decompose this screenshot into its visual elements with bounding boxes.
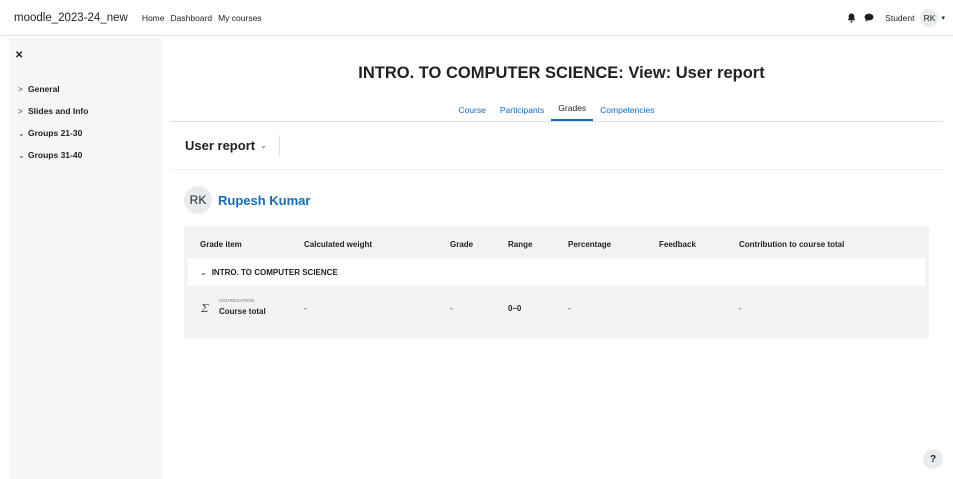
course-section-slides-and-info[interactable]: > Slides and Info bbox=[9, 100, 162, 122]
chevron-down-icon: ⌄ bbox=[18, 128, 25, 138]
percentage-value: - bbox=[568, 304, 571, 313]
grade-value: - bbox=[450, 304, 453, 313]
column-header-calculated-weight: Calculated weight bbox=[304, 240, 373, 249]
sigma-aggregation-icon: Σ bbox=[201, 302, 209, 315]
nav-my-courses-link[interactable]: My courses bbox=[218, 13, 261, 23]
chevron-down-icon: ⌄ bbox=[260, 141, 267, 150]
main-content: INTRO. TO COMPUTER SCIENCE: View: User r… bbox=[170, 36, 953, 479]
site-name-link[interactable]: moodle_2023-24_new bbox=[14, 12, 128, 24]
range-value: 0–0 bbox=[508, 304, 522, 313]
page-title: INTRO. TO COMPUTER SCIENCE: View: User r… bbox=[358, 64, 765, 82]
table-header-row: Grade item Calculated weight Grade Range… bbox=[184, 226, 929, 260]
user-menu-chevron-down-icon[interactable]: ▾ bbox=[941, 14, 945, 22]
tab-grades[interactable]: Grades bbox=[551, 101, 594, 121]
course-total-row: Σ AGGREGATION Course total - - 0–0 - - bbox=[184, 288, 929, 330]
contribution-value: - bbox=[739, 304, 742, 313]
course-section-label: General bbox=[28, 84, 60, 94]
course-index-list: > General > Slides and Info ⌄ Groups 21-… bbox=[9, 78, 162, 166]
top-navbar: moodle_2023-24_new Home Dashboard My cou… bbox=[0, 0, 953, 36]
column-header-grade-item: Grade item bbox=[200, 240, 242, 249]
messages-chat-icon[interactable] bbox=[863, 12, 875, 24]
notifications-bell-icon[interactable] bbox=[845, 12, 857, 24]
student-header: RK Rupesh Kumar bbox=[184, 186, 310, 214]
course-secondary-nav: Course Participants Grades Competencies bbox=[170, 94, 943, 122]
help-button[interactable]: ? bbox=[923, 449, 943, 469]
report-action-bar: User report ⌄ bbox=[170, 122, 943, 170]
user-grade-table: Grade item Calculated weight Grade Range… bbox=[184, 226, 929, 338]
column-header-range: Range bbox=[508, 240, 533, 249]
student-avatar: RK bbox=[184, 186, 212, 214]
chevron-down-icon[interactable]: ⌄ bbox=[200, 268, 207, 277]
user-menu-avatar[interactable]: RK bbox=[920, 8, 939, 27]
navbar-right: Student RK ▾ bbox=[839, 8, 945, 27]
course-section-groups-21-30[interactable]: ⌄ Groups 21-30 bbox=[9, 122, 162, 144]
course-section-groups-31-40[interactable]: ⌄ Groups 31-40 bbox=[9, 144, 162, 166]
column-header-contribution: Contribution to course total bbox=[739, 240, 845, 249]
category-row[interactable]: ⌄ INTRO. TO COMPUTER SCIENCE bbox=[188, 258, 925, 286]
chevron-right-icon: > bbox=[18, 106, 23, 116]
chevron-down-icon: ⌄ bbox=[18, 150, 25, 160]
close-drawer-icon[interactable]: ✕ bbox=[15, 49, 23, 63]
nav-home-link[interactable]: Home bbox=[142, 13, 165, 23]
divider bbox=[278, 134, 280, 157]
category-name: INTRO. TO COMPUTER SCIENCE bbox=[211, 267, 338, 277]
course-section-label: Slides and Info bbox=[28, 106, 89, 116]
course-section-label: Groups 31-40 bbox=[28, 150, 83, 160]
nav-dashboard-link[interactable]: Dashboard bbox=[171, 13, 213, 23]
course-section-general[interactable]: > General bbox=[9, 78, 162, 100]
user-role-label: Student bbox=[885, 12, 915, 23]
calculated-weight-value: - bbox=[304, 304, 307, 313]
course-section-label: Groups 21-30 bbox=[28, 128, 83, 138]
report-type-label: User report bbox=[185, 138, 256, 153]
course-total-label: Course total bbox=[219, 307, 266, 316]
column-header-percentage: Percentage bbox=[568, 240, 612, 249]
tab-competencies[interactable]: Competencies bbox=[593, 101, 661, 121]
aggregation-label: AGGREGATION bbox=[219, 298, 255, 303]
tab-participants[interactable]: Participants bbox=[493, 101, 551, 121]
column-header-grade: Grade bbox=[450, 240, 474, 249]
student-name-link[interactable]: Rupesh Kumar bbox=[218, 193, 310, 208]
report-type-dropdown[interactable]: User report ⌄ bbox=[185, 138, 267, 153]
column-header-feedback: Feedback bbox=[659, 240, 696, 249]
tab-course[interactable]: Course bbox=[451, 101, 492, 121]
course-index-drawer: ✕ > General > Slides and Info ⌄ Groups 2… bbox=[9, 38, 162, 479]
chevron-right-icon: > bbox=[18, 84, 23, 94]
